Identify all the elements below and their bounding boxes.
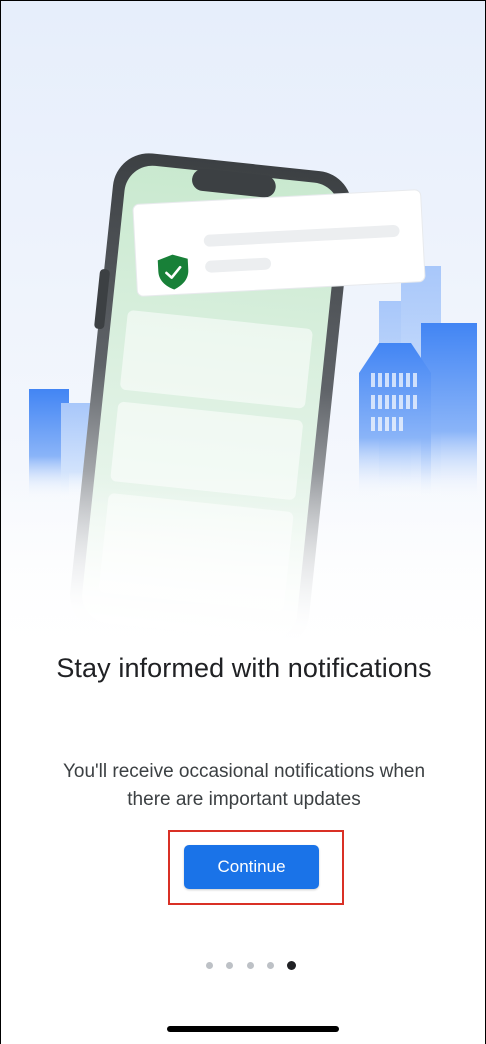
home-indicator[interactable] bbox=[167, 1026, 339, 1032]
notification-illustration bbox=[1, 1, 485, 661]
page-dot-4 bbox=[266, 961, 274, 969]
page-title: Stay informed with notifications bbox=[56, 653, 432, 683]
page-description: You'll receive occasional notifications … bbox=[62, 761, 426, 810]
onboarding-screen: Stay informed with notifications You'll … bbox=[0, 0, 486, 1044]
page-dot-2 bbox=[226, 961, 234, 969]
page-dot-1 bbox=[206, 961, 213, 969]
page-dot-3 bbox=[246, 961, 254, 969]
continue-button[interactable]: Continue bbox=[184, 845, 319, 889]
page-indicator bbox=[206, 960, 296, 970]
page-dot-5-active bbox=[287, 960, 296, 970]
